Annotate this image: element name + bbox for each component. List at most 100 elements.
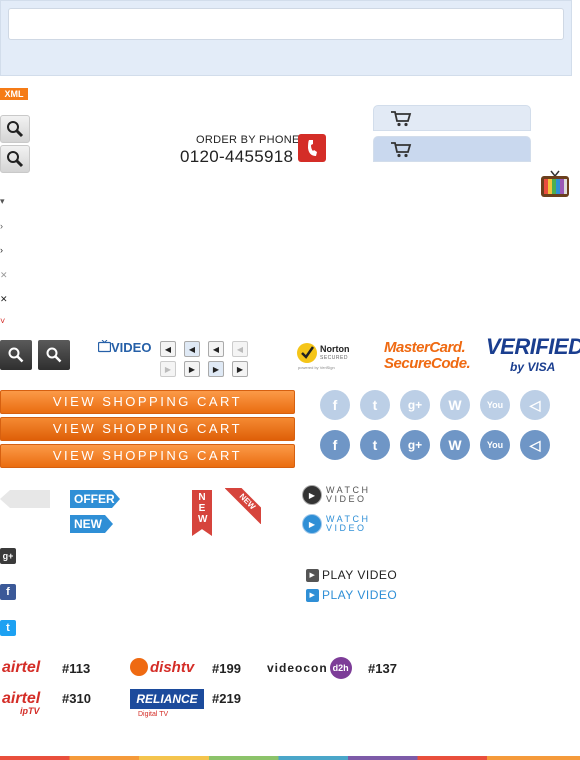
view-shopping-cart-button-active[interactable]: VIEW SHOPPING CART — [0, 444, 295, 468]
search-icon — [7, 151, 24, 168]
wordpress-icon[interactable]: W — [440, 430, 470, 460]
cart-tab-active[interactable] — [373, 136, 531, 162]
megaphone-icon[interactable]: ◁ — [520, 430, 550, 460]
chevron-right-icon: › — [0, 221, 3, 231]
watch-line2: VIDEO — [326, 523, 367, 533]
search-button-dark-hover[interactable] — [38, 340, 70, 370]
video-label: VIDEO — [111, 340, 152, 355]
close-icon[interactable]: ✕ — [0, 270, 10, 280]
reliance-channel: #219 — [212, 691, 241, 706]
dishtv-wordmark: dishtv — [150, 658, 195, 676]
twitter-icon[interactable]: t — [360, 430, 390, 460]
verified-by-visa-sub: by VISA — [510, 360, 556, 374]
offer-tag: OFFER — [70, 490, 120, 508]
megaphone-icon[interactable]: ◁ — [520, 390, 550, 420]
new-ribbon-text: NEW — [198, 492, 208, 525]
airtel-logo: airtel — [2, 659, 40, 677]
next-button-disabled: ▶ — [160, 361, 176, 377]
order-by-phone-label: ORDER BY PHONE — [196, 134, 300, 146]
chevron-down-icon: ˅ — [0, 316, 6, 326]
dishtv-channel: #199 — [212, 661, 241, 676]
twitter-icon[interactable]: t — [0, 620, 16, 636]
google-plus-icon[interactable]: g+ — [400, 430, 430, 460]
cart-tab[interactable] — [373, 105, 531, 131]
watch-line2: VIDEO — [326, 494, 367, 504]
prev-button-disabled: ◀ — [232, 341, 248, 357]
next-button-hover[interactable]: ▶ — [208, 361, 224, 377]
play-icon: ▶ — [306, 568, 319, 582]
airtel-channel: #113 — [62, 661, 91, 676]
videocon-d2h-logo: videocon d2h — [267, 657, 352, 679]
next-button-active[interactable]: ▶ — [232, 361, 248, 377]
norton-secured: SECURED — [320, 355, 348, 361]
norton-powered-by: powered by VeriSign — [298, 365, 335, 370]
watch-video-button-hover[interactable]: ▶ WATCH VIDEO — [302, 514, 371, 534]
play-video-link-hover[interactable]: ▶ PLAY VIDEO — [306, 588, 397, 602]
play-video-label: PLAY VIDEO — [322, 568, 398, 582]
tv-icon — [541, 170, 569, 197]
videocon-channel: #137 — [368, 661, 397, 676]
dishtv-logo: dishtv — [130, 658, 194, 676]
search-button-hover[interactable] — [0, 145, 30, 173]
search-input[interactable] — [8, 8, 564, 40]
verified-by-visa-logo: VERIFIED — [486, 334, 580, 359]
youtube-icon[interactable]: You — [480, 430, 510, 460]
google-plus-icon[interactable]: g+ — [0, 548, 16, 564]
reliance-wordmark: RELIANCE — [130, 689, 204, 709]
color-stripe-divider — [0, 756, 580, 760]
play-icon: ▶ — [302, 514, 322, 534]
google-plus-icon[interactable]: g+ — [400, 390, 430, 420]
facebook-icon[interactable]: f — [0, 584, 16, 600]
video-link[interactable]: VIDEO — [97, 339, 152, 355]
airtel-wordmark: airtel — [2, 659, 41, 676]
new-tag: NEW — [70, 515, 113, 533]
iptv-wordmark: ipTV — [20, 706, 40, 716]
prev-button[interactable]: ◀ — [160, 341, 176, 357]
shopping-cart-icon — [391, 142, 412, 158]
new-ribbon: NEW — [192, 490, 212, 536]
reliance-logo: RELIANCE Digital TV — [130, 689, 204, 718]
view-shopping-cart-button-hover[interactable]: VIEW SHOPPING CART — [0, 417, 295, 441]
new-corner-ribbon: NEW — [225, 488, 261, 524]
new-corner-text: NEW — [225, 488, 261, 524]
xml-badge[interactable]: XML — [0, 88, 28, 100]
airtel-iptv-wordmark: airtel — [2, 690, 41, 707]
blank-tag — [0, 490, 50, 508]
reliance-sub: Digital TV — [138, 711, 169, 718]
watch-video-button[interactable]: ▶ WATCH VIDEO — [302, 485, 371, 505]
videocon-wordmark: videocon — [267, 661, 328, 675]
prev-button-hover[interactable]: ◀ — [184, 341, 200, 357]
phone-icon — [298, 134, 326, 162]
search-icon — [7, 121, 24, 138]
dishtv-icon — [130, 658, 148, 676]
airtel-iptv-channel: #310 — [62, 691, 91, 706]
search-button-dark[interactable] — [0, 340, 32, 370]
play-icon: ▶ — [302, 485, 322, 505]
d2h-badge: d2h — [329, 657, 352, 679]
airtel-iptv-logo: airtel ipTV — [2, 690, 41, 716]
play-icon: ▶ — [306, 588, 319, 602]
prev-button-active[interactable]: ◀ — [208, 341, 224, 357]
play-video-label: PLAY VIDEO — [322, 588, 398, 602]
twitter-icon[interactable]: t — [360, 390, 390, 420]
norton-secured-logo: Norton SECURED powered by VeriSign — [296, 338, 356, 372]
wordpress-icon[interactable]: W — [440, 390, 470, 420]
mastercard-line2: SecureCode. — [384, 355, 471, 372]
search-button[interactable] — [0, 115, 30, 143]
facebook-icon[interactable]: f — [320, 390, 350, 420]
search-icon — [8, 347, 24, 363]
shopping-cart-icon — [391, 111, 412, 127]
search-icon — [46, 347, 62, 363]
play-video-link[interactable]: ▶ PLAY VIDEO — [306, 568, 397, 582]
tv-icon — [97, 339, 112, 353]
view-shopping-cart-button[interactable]: VIEW SHOPPING CART — [0, 390, 295, 414]
mastercard-line1: MasterCard. — [384, 339, 466, 356]
next-button[interactable]: ▶ — [184, 361, 200, 377]
caret-down-icon: ▾ — [0, 196, 5, 206]
close-icon[interactable]: ✕ — [0, 294, 10, 304]
phone-number: 0120-4455918 — [180, 147, 294, 166]
youtube-icon[interactable]: You — [480, 390, 510, 420]
chevron-right-icon: › — [0, 245, 3, 255]
norton-name: Norton — [320, 344, 350, 354]
facebook-icon[interactable]: f — [320, 430, 350, 460]
